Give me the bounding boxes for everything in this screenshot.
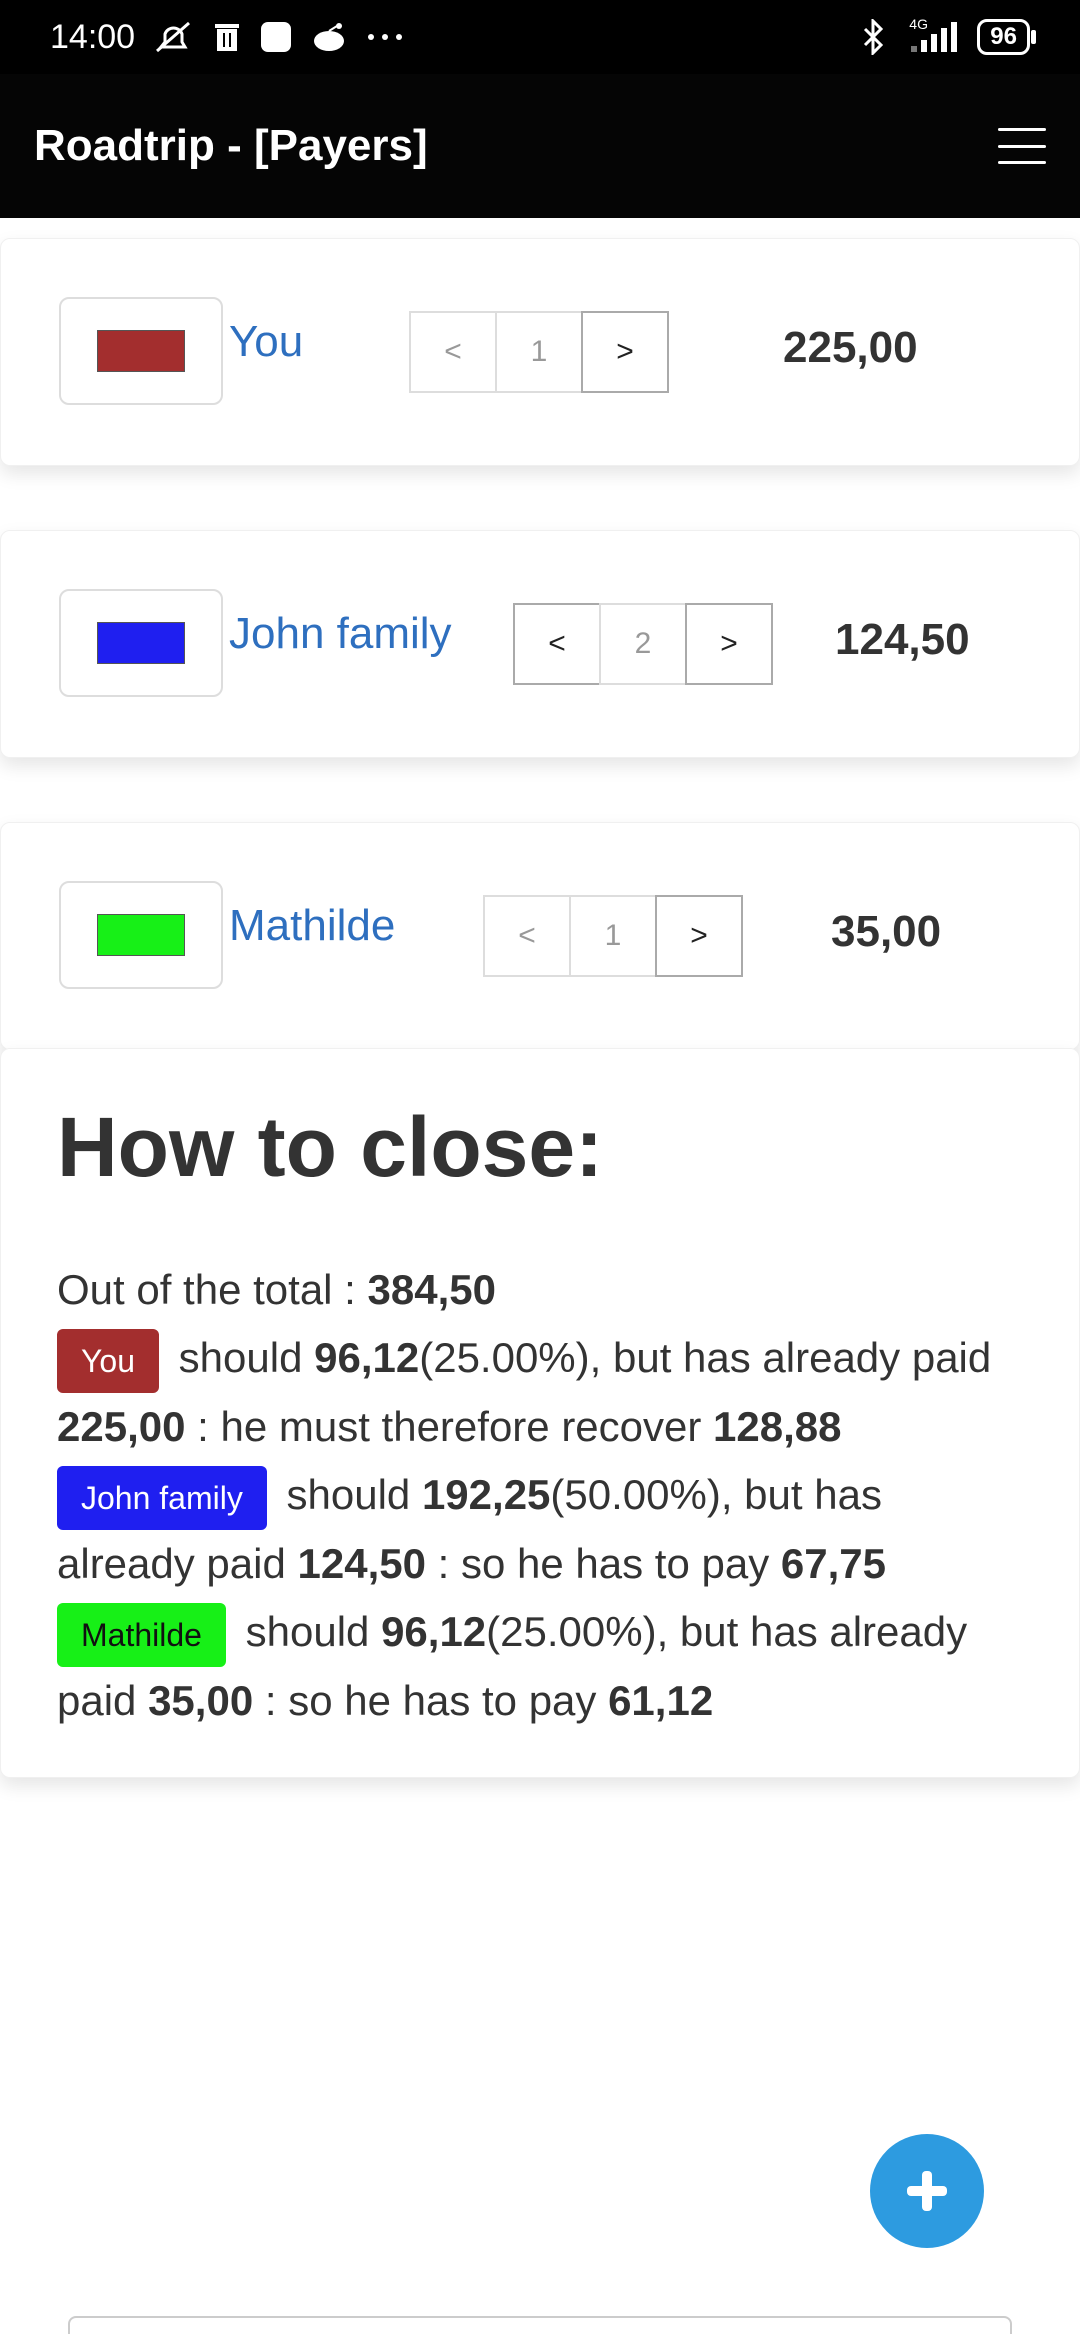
bluetooth-icon xyxy=(861,19,885,55)
share-value: 1 xyxy=(495,311,583,393)
payer-name-link[interactable]: You xyxy=(229,317,303,367)
reddit-icon xyxy=(311,21,347,53)
status-bar: 14:00 4G 96 xyxy=(0,0,1080,74)
color-swatch xyxy=(97,330,185,372)
settlement-line: You should 96,12(25.00%), but has alread… xyxy=(57,1324,1023,1461)
decrement-button[interactable]: < xyxy=(483,895,571,977)
settlement-line: John family should 192,25(50.00%), but h… xyxy=(57,1461,1023,1598)
increment-button[interactable]: > xyxy=(685,603,773,685)
status-time: 14:00 xyxy=(50,17,136,56)
share-value: 2 xyxy=(599,603,687,685)
share-stepper: < 2 > xyxy=(513,603,773,685)
payer-card: John family < 2 > 124,50 xyxy=(0,530,1080,758)
payer-card: Mathilde < 1 > 35,00 xyxy=(0,822,1080,1050)
decrement-button[interactable]: < xyxy=(409,311,497,393)
color-picker[interactable] xyxy=(59,297,223,405)
settlement-panel: How to close: Out of the total : 384,50 … xyxy=(0,1048,1080,1778)
app-square-icon xyxy=(259,20,293,54)
payer-amount: 124,50 xyxy=(835,615,970,664)
share-value: 1 xyxy=(569,895,657,977)
payer-card: You < 1 > 225,00 xyxy=(0,238,1080,466)
increment-button[interactable]: > xyxy=(581,311,669,393)
network-label: 4G xyxy=(909,16,928,32)
color-picker[interactable] xyxy=(59,881,223,989)
battery-indicator: 96 xyxy=(977,19,1036,55)
share-stepper: < 1 > xyxy=(483,895,743,977)
share-stepper: < 1 > xyxy=(409,311,669,393)
payer-amount: 225,00 xyxy=(783,323,918,372)
plus-icon xyxy=(907,2171,947,2211)
settlement-title: How to close: xyxy=(57,1100,604,1194)
signal-4g-icon: 4G xyxy=(903,16,959,54)
payer-amount: 35,00 xyxy=(831,907,942,956)
total-line: Out of the total : 384,50 xyxy=(57,1256,1023,1324)
total-value: 384,50 xyxy=(367,1266,496,1313)
mute-icon xyxy=(153,19,195,55)
hamburger-menu-icon[interactable] xyxy=(998,128,1046,164)
trash-icon xyxy=(213,21,241,53)
decrement-button[interactable]: < xyxy=(513,603,601,685)
app-bar: Roadtrip - [Payers] xyxy=(0,74,1080,218)
increment-button[interactable]: > xyxy=(655,895,743,977)
add-payer-button[interactable] xyxy=(870,2134,984,2248)
payer-badge: Mathilde xyxy=(57,1602,226,1667)
more-dots-icon xyxy=(365,32,405,42)
payer-name-link[interactable]: John family xyxy=(229,609,452,659)
settlement-line: Mathilde should 96,12(25.00%), but has a… xyxy=(57,1598,1023,1735)
page-title: Roadtrip - [Payers] xyxy=(34,121,428,170)
payer-badge: You xyxy=(57,1328,159,1393)
payer-name-link[interactable]: Mathilde xyxy=(229,901,395,951)
bottom-handle xyxy=(68,2316,1012,2334)
payer-badge: John family xyxy=(57,1465,267,1530)
total-label: Out of the total : xyxy=(57,1266,368,1313)
color-swatch xyxy=(97,622,185,664)
color-picker[interactable] xyxy=(59,589,223,697)
color-swatch xyxy=(97,914,185,956)
